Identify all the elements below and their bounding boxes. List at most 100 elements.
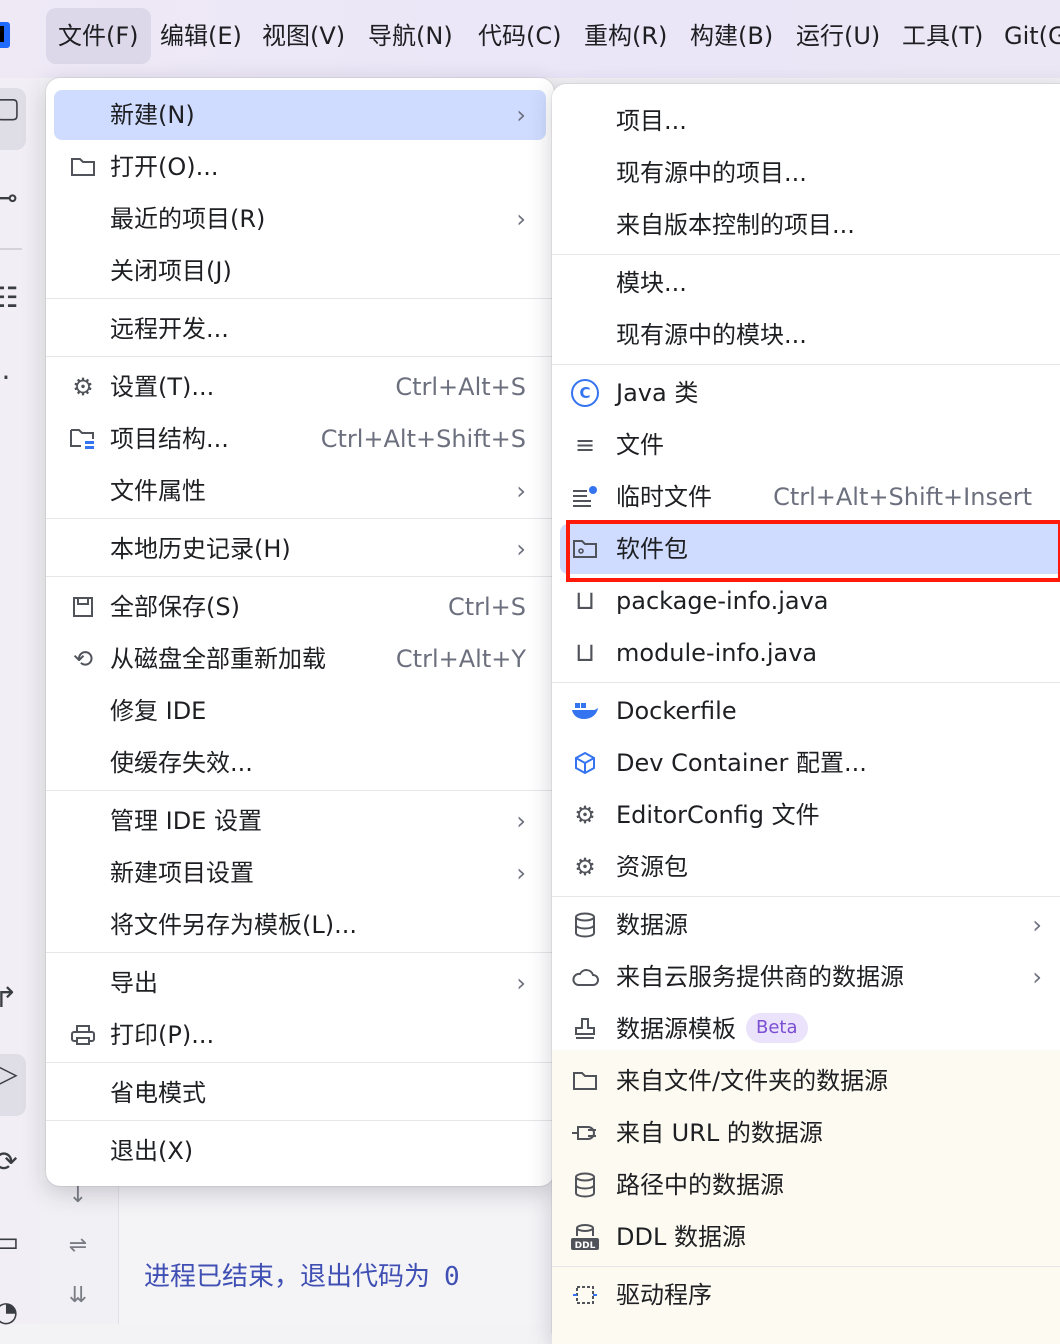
menu-item-project-from-vcs[interactable]: 来自版本控制的项目...: [560, 200, 1060, 250]
menu-item-label: 本地历史记录(H): [110, 535, 291, 563]
more-tools-icon[interactable]: ·: [0, 358, 26, 398]
project-tool-icon[interactable]: ▢: [0, 88, 26, 150]
menu-item-label: 文件: [616, 431, 664, 459]
menu-item-save-all[interactable]: 全部保存(S) Ctrl+S: [54, 582, 546, 632]
menu-item-project-from-sources[interactable]: 现有源中的项目...: [560, 148, 1060, 198]
menu-item-recent-projects[interactable]: 最近的项目(R) ›: [54, 194, 546, 244]
menubar-refactor[interactable]: 重构(R): [572, 8, 679, 64]
plug-icon: [570, 1108, 600, 1158]
save-icon: [68, 582, 98, 632]
menu-item-scratch-file[interactable]: 临时文件 Ctrl+Alt+Shift+Insert: [560, 472, 1060, 522]
menu-item-label: 省电模式: [110, 1079, 206, 1107]
menu-item-shortcut: Ctrl+S: [447, 593, 526, 621]
console-output: 进程已结束，退出代码为 0: [144, 1256, 460, 1293]
menu-item-label: 使缓存失效...: [110, 749, 253, 777]
menu-item-label: 打印(P)...: [110, 1021, 215, 1049]
run-config-icon[interactable]: ↱: [0, 978, 26, 1018]
chevron-right-icon: ›: [1032, 963, 1042, 991]
menu-item-editorconfig[interactable]: ⚙ EditorConfig 文件: [560, 790, 1060, 840]
menu-item-label: 临时文件: [616, 483, 712, 511]
menubar-code[interactable]: 代码(C): [466, 8, 573, 64]
menubar-tools[interactable]: 工具(T): [890, 8, 995, 64]
menu-item-project-structure[interactable]: 项目结构... Ctrl+Alt+Shift+S: [54, 414, 546, 464]
soft-wrap-icon[interactable]: ⇌: [62, 1230, 94, 1262]
menu-item-dockerfile[interactable]: Dockerfile: [560, 686, 1060, 736]
terminal-tool-icon[interactable]: ▭: [0, 1222, 26, 1262]
menu-item-new-module[interactable]: 模块...: [560, 258, 1060, 308]
database-icon: [570, 1160, 600, 1210]
menubar-view[interactable]: 视图(V): [250, 8, 357, 64]
strip-divider: [0, 248, 22, 250]
chevron-right-icon: ›: [516, 859, 526, 887]
java-class-icon: C: [570, 368, 600, 418]
menu-item-file[interactable]: ≡ 文件: [560, 420, 1060, 470]
menu-item-remote-dev[interactable]: 远程开发...: [54, 304, 546, 354]
menu-item-label: 现有源中的模块...: [616, 321, 807, 349]
menu-item-label: 模块...: [616, 269, 687, 297]
java-file-icon: ⊔: [574, 586, 596, 616]
menu-item-invalidate-caches[interactable]: 使缓存失效...: [54, 738, 546, 788]
menubar-git[interactable]: Git(G: [992, 8, 1060, 64]
menu-item-repair-ide[interactable]: 修复 IDE: [54, 686, 546, 736]
menu-item-reload-from-disk[interactable]: ⟲ 从磁盘全部重新加载 Ctrl+Alt+Y: [54, 634, 546, 684]
services-tool-icon[interactable]: ⟳: [0, 1142, 26, 1182]
problems-tool-icon[interactable]: ◔: [0, 1292, 26, 1332]
menu-item-data-source-in-path[interactable]: 路径中的数据源: [560, 1160, 1060, 1210]
menu-item-label: module-info.java: [616, 639, 818, 667]
menu-item-module-from-sources[interactable]: 现有源中的模块...: [560, 310, 1060, 360]
menu-item-dev-container[interactable]: Dev Container 配置...: [560, 738, 1060, 788]
menu-item-label: 来自 URL 的数据源: [616, 1119, 823, 1147]
menu-item-java-class[interactable]: C Java 类: [560, 368, 1060, 418]
menubar-edit[interactable]: 编辑(E): [148, 8, 254, 64]
commit-tool-icon[interactable]: ⊸: [0, 178, 26, 218]
chevron-right-icon: ›: [516, 477, 526, 505]
menu-item-label: 关闭项目(J): [110, 257, 232, 285]
menu-item-label: 数据源模板 Beta: [616, 1004, 808, 1054]
menubar-build[interactable]: 构建(B): [678, 8, 785, 64]
menu-item-label: 新建(N): [110, 101, 195, 129]
menu-item-label: EditorConfig 文件: [616, 801, 820, 829]
menu-item-close-project[interactable]: 关闭项目(J): [54, 246, 546, 296]
scroll-to-end-icon[interactable]: ⇊: [62, 1280, 94, 1312]
menu-item-label: Java 类: [616, 379, 699, 407]
menu-item-cloud-data-source[interactable]: 来自云服务提供商的数据源 ›: [560, 952, 1060, 1002]
menu-item-print[interactable]: 打印(P)...: [54, 1010, 546, 1060]
structure-tool-icon[interactable]: ☷: [0, 278, 26, 318]
menu-item-power-save[interactable]: 省电模式: [54, 1068, 546, 1118]
menubar-file[interactable]: 文件(F): [46, 8, 151, 64]
main-menubar: 文件(F) 编辑(E) 视图(V) 导航(N) 代码(C) 重构(R) 构建(B…: [0, 0, 1060, 78]
menu-item-settings[interactable]: ⚙ 设置(T)... Ctrl+Alt+S: [54, 362, 546, 412]
menu-item-data-source-from-file[interactable]: 来自文件/文件夹的数据源: [560, 1056, 1060, 1106]
menu-item-data-source-from-url[interactable]: 来自 URL 的数据源: [560, 1108, 1060, 1158]
menu-item-data-source-template[interactable]: 数据源模板 Beta: [560, 1004, 1060, 1054]
menubar-navigate[interactable]: 导航(N): [356, 8, 465, 64]
menu-item-file-properties[interactable]: 文件属性 ›: [54, 466, 546, 516]
menu-item-new-project-settings[interactable]: 新建项目设置 ›: [54, 848, 546, 898]
menu-separator: [552, 254, 1060, 255]
menu-separator: [552, 1266, 1060, 1267]
menu-item-module-info[interactable]: ⊔ module-info.java: [560, 628, 1060, 678]
menu-item-package-info[interactable]: ⊔ package-info.java: [560, 576, 1060, 626]
gear-icon: ⚙: [574, 853, 596, 881]
menu-item-new[interactable]: 新建(N) ›: [54, 90, 546, 140]
menu-item-new-project[interactable]: 项目...: [560, 96, 1060, 146]
menu-item-label: 来自文件/文件夹的数据源: [616, 1067, 889, 1095]
run-tool-icon[interactable]: ▷: [0, 1054, 26, 1116]
menubar-run[interactable]: 运行(U): [784, 8, 892, 64]
menu-item-driver[interactable]: 驱动程序: [560, 1270, 1060, 1320]
menu-item-export[interactable]: 导出 ›: [54, 958, 546, 1008]
menu-item-label: 文件属性: [110, 477, 206, 505]
menu-item-ddl-data-source[interactable]: DDL DDL 数据源: [560, 1212, 1060, 1262]
menu-item-save-as-template[interactable]: 将文件另存为模板(L)...: [54, 900, 546, 950]
menu-item-text: 数据源模板: [616, 1015, 736, 1043]
svg-text:DDL: DDL: [575, 1241, 596, 1251]
tool-window-strip: ▢ ⊸ ☷ · ↱ ▷ ⟳ ▭ ◔: [0, 78, 40, 1328]
menu-item-open[interactable]: 打开(O)...: [54, 142, 546, 192]
refresh-icon: ⟲: [72, 645, 94, 673]
menu-item-exit[interactable]: 退出(X): [54, 1126, 546, 1176]
menu-item-data-source[interactable]: 数据源 ›: [560, 900, 1060, 950]
menu-item-local-history[interactable]: 本地历史记录(H) ›: [54, 524, 546, 574]
scratch-file-icon: [570, 472, 600, 522]
menu-item-resource-bundle[interactable]: ⚙ 资源包: [560, 842, 1060, 892]
menu-item-manage-ide-settings[interactable]: 管理 IDE 设置 ›: [54, 796, 546, 846]
